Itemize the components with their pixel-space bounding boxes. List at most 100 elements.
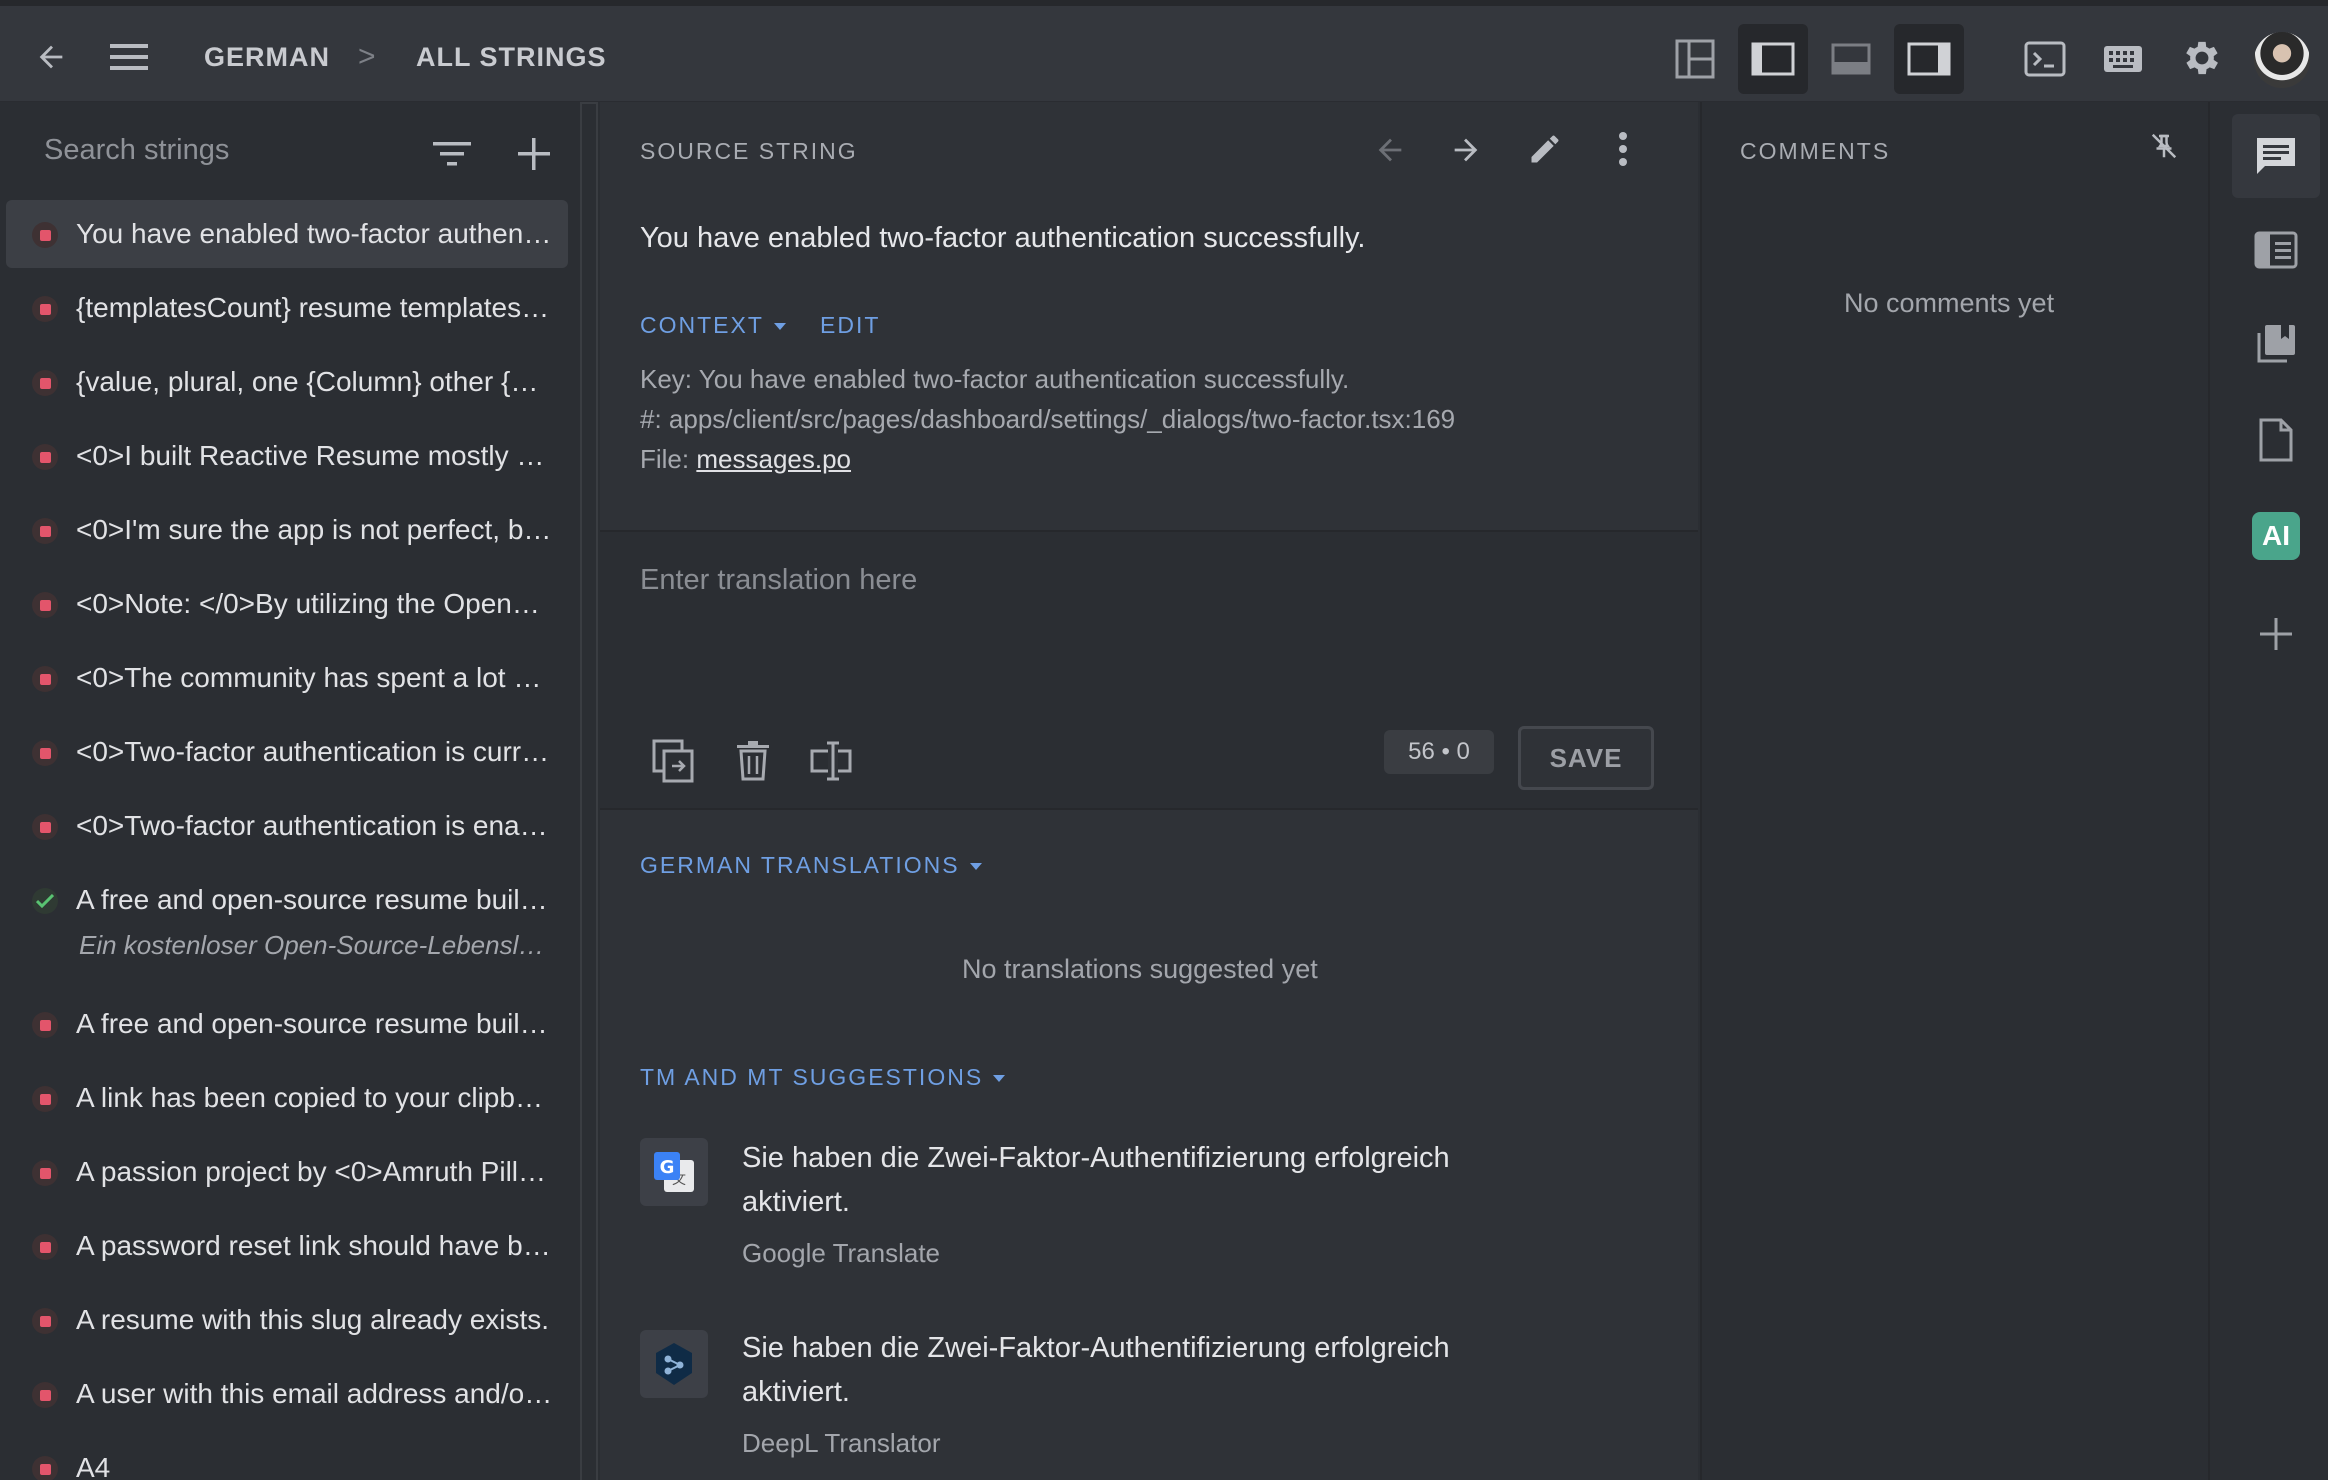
user-avatar[interactable]: [2254, 32, 2310, 88]
file-link[interactable]: messages.po: [696, 444, 851, 474]
strings-sidebar: Search strings You have enabled two-fact…: [0, 102, 580, 1480]
string-list-item-text: <0>I'm sure the app is not perfect, but<…: [76, 514, 554, 545]
string-list-item[interactable]: A free and open-source resume builder Ein…: [6, 866, 568, 984]
untranslated-status-icon: [32, 444, 58, 470]
delete-icon[interactable]: [728, 736, 778, 786]
string-list-item-text: A4: [76, 1452, 111, 1480]
character-counter: 56 • 0: [1384, 730, 1494, 774]
edit-pencil-icon[interactable]: [1522, 126, 1568, 172]
right-tool-bar: AI: [2208, 102, 2328, 1480]
string-list-item-text: <0>Two-factor authentication is enabled<…: [76, 810, 554, 841]
search-input[interactable]: Search strings: [44, 134, 229, 167]
string-list-item-translation: Ein kostenloser Open-Source-Lebenslauf-B…: [79, 930, 554, 960]
string-list-item[interactable]: <0>I built Reactive Resume mostly by mys…: [6, 422, 568, 490]
terminal-icon[interactable]: [2022, 36, 2068, 82]
string-list-item-text: A resume with this slug already exists.: [76, 1304, 550, 1335]
untranslated-status-icon: [32, 296, 58, 322]
sidebar-scrollbar-thumb[interactable]: [582, 104, 596, 1480]
untranslated-status-icon: [32, 814, 58, 840]
context-toggle[interactable]: CONTEXT: [640, 312, 786, 339]
string-list-item[interactable]: A resume with this slug already exists.: [6, 1286, 568, 1354]
copy-source-icon[interactable]: [648, 736, 698, 786]
add-app-icon[interactable]: [2232, 592, 2320, 676]
unpin-icon[interactable]: [2142, 124, 2186, 168]
layout-left-panel-icon[interactable]: [1738, 24, 1808, 94]
deepl-icon: [640, 1330, 708, 1398]
string-list-item-text: {value, plural, one {Column} other {Colu…: [76, 366, 554, 397]
layout-split-view-icon[interactable]: [1660, 24, 1730, 94]
string-list-item-text: <0>The community has spent a lot of time…: [76, 662, 554, 693]
string-list-item[interactable]: <0>Note: </0>By utilizing the OpenAI API: [6, 570, 568, 638]
untranslated-status-icon: [32, 666, 58, 692]
suggestion-text-deepl[interactable]: Sie haben die Zwei-Faktor-Authentifizier…: [742, 1326, 1562, 1414]
add-string-icon[interactable]: [512, 132, 556, 176]
previous-string-icon[interactable]: [1368, 128, 1412, 172]
string-list-item-text: A free and open-source resume builder th…: [76, 1008, 554, 1039]
untranslated-status-icon: [32, 1160, 58, 1186]
untranslated-status-icon: [32, 1382, 58, 1408]
string-list-item[interactable]: {value, plural, one {Column} other {Colu…: [6, 348, 568, 416]
string-list-item-text: A password reset link should have been s…: [76, 1230, 554, 1261]
string-list-item[interactable]: {templatesCount} resume templates to cho…: [6, 274, 568, 342]
comments-tab-icon[interactable]: [2232, 114, 2320, 198]
layout-bottom-panel-icon[interactable]: [1816, 24, 1886, 94]
no-comments-message: No comments yet: [1844, 288, 2055, 318]
keyboard-icon[interactable]: [2100, 36, 2146, 82]
untranslated-status-icon: [32, 592, 58, 618]
string-list-item[interactable]: <0>I'm sure the app is not perfect, but<…: [6, 496, 568, 564]
suggestions-caret-icon: [993, 1075, 1006, 1083]
edit-context-link[interactable]: EDIT: [820, 312, 880, 339]
top-bar: GERMAN > ALL STRINGS: [0, 0, 2328, 102]
string-list-item[interactable]: A password reset link should have been s…: [6, 1212, 568, 1280]
string-list-item[interactable]: A link has been copied to your clipboard…: [6, 1064, 568, 1132]
glossary-tab-icon[interactable]: [2232, 208, 2320, 292]
german-translations-toggle[interactable]: GERMAN TRANSLATIONS: [640, 852, 982, 879]
suggestions-toggle[interactable]: TM AND MT SUGGESTIONS: [640, 1064, 1006, 1091]
string-list-item-text: A user with this email address and/or us…: [76, 1378, 554, 1409]
svg-text:G: G: [660, 1157, 675, 1178]
file-tab-icon[interactable]: [2232, 398, 2320, 482]
save-button[interactable]: SAVE: [1518, 726, 1654, 790]
context-caret-icon: [773, 323, 786, 331]
string-list-item-text: <0>Note: </0>By utilizing the OpenAI API: [76, 588, 554, 619]
suggestions-label: TM AND MT SUGGESTIONS: [640, 1064, 984, 1090]
context-file-line: File: messages.po: [640, 444, 851, 475]
german-translations-label: GERMAN TRANSLATIONS: [640, 852, 960, 878]
string-list-item[interactable]: You have enabled two-factor authenticati…: [6, 200, 568, 268]
string-list-item-text: A passion project by <0>Amruth Pillai</0…: [76, 1156, 554, 1187]
app: GERMAN > ALL STRINGS Search strings You …: [0, 0, 2328, 1480]
context-key-line: Key: You have enabled two-factor authent…: [640, 364, 1350, 394]
untranslated-status-icon: [32, 1012, 58, 1038]
settings-gear-icon[interactable]: [2178, 34, 2226, 82]
breadcrumb-current[interactable]: ALL STRINGS: [416, 42, 607, 73]
string-list-item-text: <0>I built Reactive Resume mostly by mys…: [76, 440, 554, 471]
source-string-text: You have enabled two-factor authenticati…: [640, 222, 1366, 254]
translated-check-icon: [32, 888, 58, 914]
string-list-item[interactable]: <0>Two-factor authentication is currentl…: [6, 718, 568, 786]
next-string-icon[interactable]: [1444, 128, 1488, 172]
string-list-item-text: A free and open-source resume builder: [76, 884, 554, 915]
library-tab-icon[interactable]: [2232, 302, 2320, 386]
translation-input[interactable]: Enter translation here: [640, 564, 917, 597]
comments-label: COMMENTS: [1740, 138, 1891, 164]
ai-icon: AI: [2252, 512, 2300, 560]
string-list-item[interactable]: A free and open-source resume builder th…: [6, 990, 568, 1058]
untranslated-status-icon: [32, 1234, 58, 1260]
breadcrumb-separator: >: [358, 40, 376, 73]
suggestion-text-google[interactable]: Sie haben die Zwei-Faktor-Authentifizier…: [742, 1136, 1562, 1224]
menu-icon[interactable]: [104, 32, 154, 82]
layout-right-panel-icon[interactable]: [1894, 24, 1964, 94]
string-list-item[interactable]: A passion project by <0>Amruth Pillai</0…: [6, 1138, 568, 1206]
ai-assistant-button[interactable]: AI: [2232, 494, 2320, 578]
string-list-item[interactable]: <0>Two-factor authentication is enabled<…: [6, 792, 568, 860]
string-list-item[interactable]: A4: [6, 1434, 568, 1480]
string-list-item[interactable]: <0>The community has spent a lot of time…: [6, 644, 568, 712]
filter-icon[interactable]: [430, 132, 474, 176]
string-list-item[interactable]: A user with this email address and/or us…: [6, 1360, 568, 1428]
context-label: CONTEXT: [640, 312, 764, 338]
back-arrow-icon[interactable]: [26, 32, 76, 82]
text-cursor-icon[interactable]: [806, 736, 856, 786]
more-options-icon[interactable]: [1600, 126, 1646, 172]
breadcrumb-language[interactable]: GERMAN: [204, 42, 330, 73]
untranslated-status-icon: [32, 1308, 58, 1334]
